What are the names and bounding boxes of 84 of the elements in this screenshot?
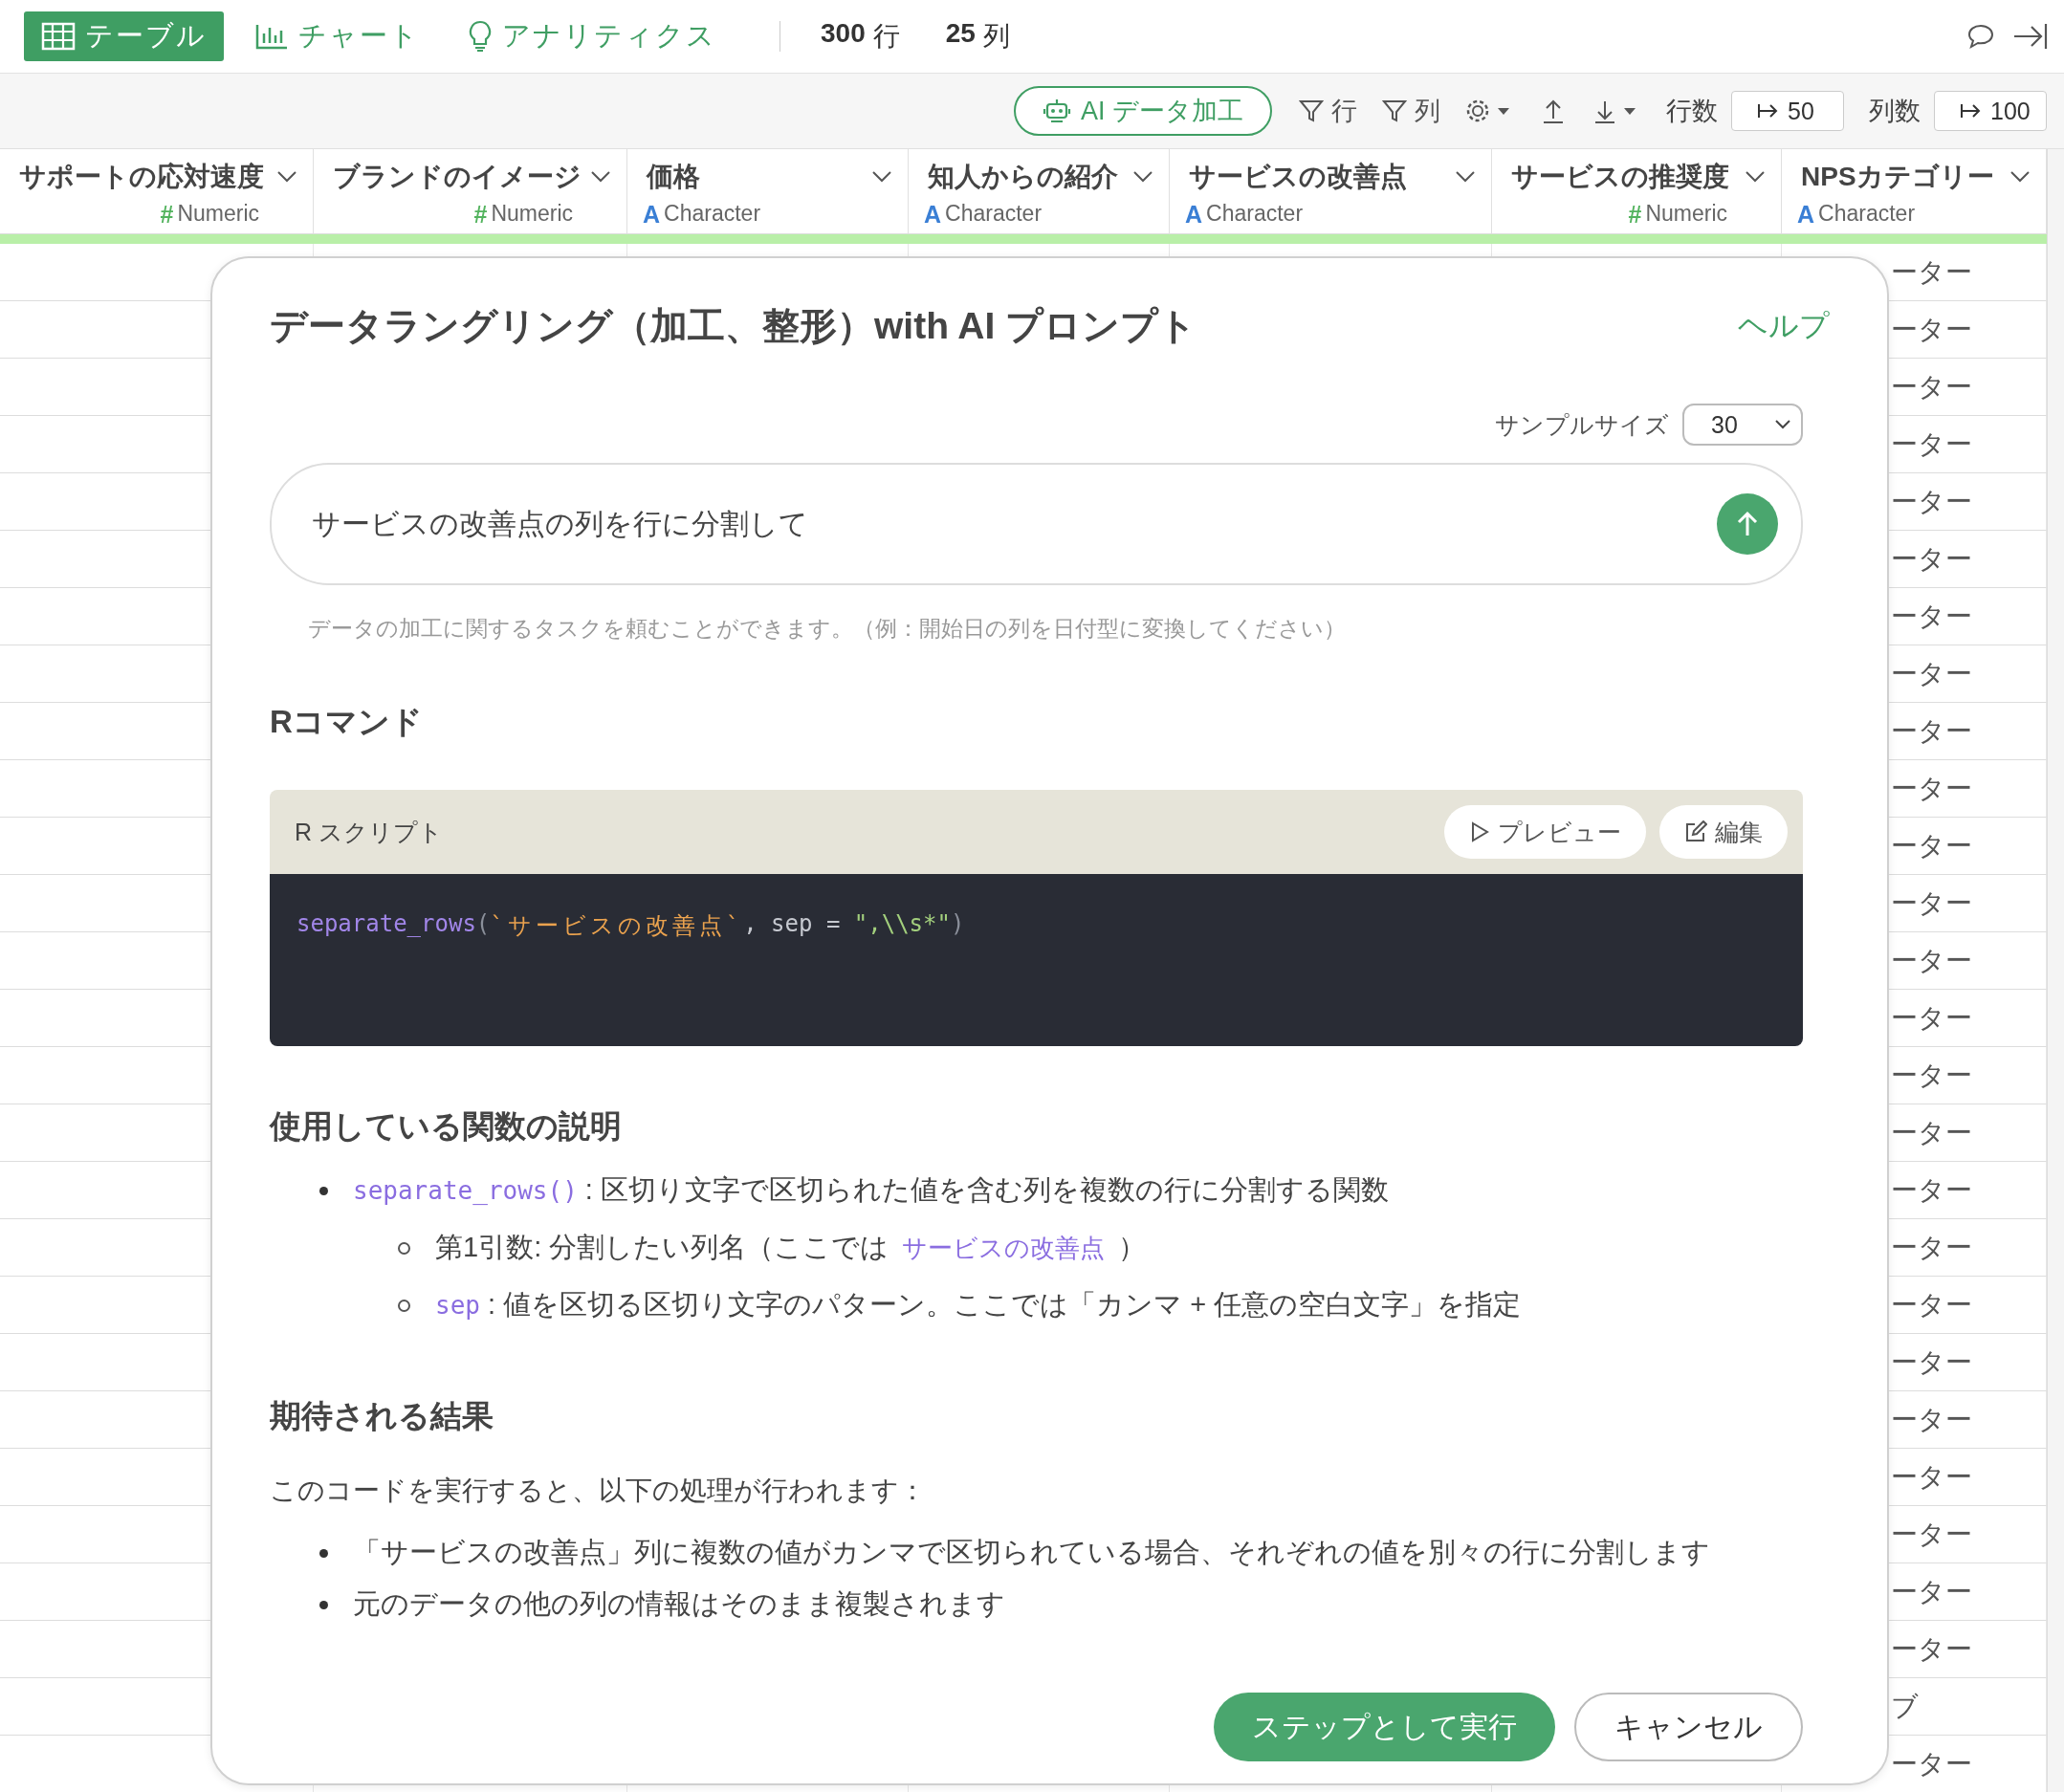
edit-icon	[1684, 820, 1707, 843]
code-token: )	[950, 910, 965, 937]
type-symbol: A	[1185, 201, 1203, 229]
result-text: 「サービスの改善点」列に複数の値がカンマで区切られている場合、それぞれの値を別々の行に分割します	[353, 1536, 1710, 1569]
script-title: R スクリプト	[295, 817, 443, 847]
type-symbol: A	[1797, 201, 1815, 229]
column-type: Character	[945, 201, 1043, 228]
chevron-icon	[1745, 170, 1766, 184]
count-unit: 列	[982, 20, 1010, 53]
chevron-icon	[1774, 419, 1791, 430]
bullet-icon	[319, 1186, 328, 1195]
robot-icon	[1043, 97, 1071, 125]
column-header[interactable]: 価格 A Character	[627, 149, 909, 233]
code-token: (	[475, 910, 491, 937]
type-symbol: A	[924, 201, 942, 229]
row-count-label: 行数	[1666, 96, 1718, 127]
code-token: separate_rows	[296, 910, 476, 937]
code-token: `サービスの改善点`	[490, 911, 744, 941]
count-value: 300	[821, 18, 866, 50]
code-term: separate_rows()	[353, 1176, 578, 1205]
description-text: ）	[1118, 1231, 1147, 1264]
bullet-icon	[319, 1600, 328, 1609]
filter-button[interactable]: 行	[1299, 94, 1357, 128]
column-header[interactable]: サービスの改善点 A Character	[1170, 149, 1492, 233]
preview-button[interactable]: プレビュー	[1444, 805, 1646, 859]
bar-chart-icon	[254, 22, 289, 51]
section-heading: Rコマンド	[270, 703, 424, 741]
type-symbol: #	[160, 201, 174, 229]
collapse-icon[interactable]	[2012, 22, 2049, 51]
hint-text: データの加工に関するタスクを頼むことができます。（例：開始日の列を日付型に変換してください）	[308, 615, 1347, 643]
filter-button[interactable]: 列	[1382, 94, 1440, 128]
bullet-icon	[319, 1548, 328, 1558]
code-term: sep	[435, 1291, 480, 1320]
table-icon	[41, 22, 76, 51]
chevron-icon	[1455, 170, 1476, 184]
column-type: Character	[1206, 201, 1304, 228]
section-heading: 使用している関数の説明	[270, 1107, 623, 1146]
count-value: 25	[945, 18, 976, 50]
count-unit: 行	[872, 20, 900, 53]
sample-size-label: サンプルサイズ	[1495, 409, 1669, 440]
play-icon	[1469, 820, 1490, 843]
edit-button[interactable]: 編集	[1659, 805, 1788, 859]
type-symbol: #	[473, 201, 488, 229]
sample-size-select[interactable]: 30	[1682, 404, 1803, 446]
column-type: Numeric	[1645, 201, 1727, 228]
chevron-icon	[1132, 170, 1153, 184]
sub-bullet-icon	[398, 1241, 410, 1255]
column-type: Character	[1818, 201, 1916, 228]
row-count-field[interactable]: 50	[1731, 91, 1844, 131]
type-symbol: #	[1628, 201, 1642, 229]
code-token: ",\\s*"	[853, 910, 951, 937]
dialog-title: データラングリング（加工、整形）with AI プロンプト	[270, 304, 1197, 348]
scrollbar[interactable]	[2047, 149, 2064, 1792]
filter-icon	[1382, 98, 1407, 123]
column-type: Numeric	[491, 201, 573, 228]
chevron-icon	[871, 170, 892, 184]
arrow-to-bar-icon	[1960, 101, 1983, 120]
section-heading: 期待される結果	[270, 1397, 494, 1435]
description-text: : 値を区切る区切り文字のパターン。ここでは「カンマ + 任意の空白文字」を指定	[487, 1288, 1522, 1322]
column-type: Character	[664, 201, 761, 228]
filter-icon	[1299, 98, 1324, 123]
column-header[interactable]: サポートの応対速度 # Numeric	[0, 149, 314, 233]
chevron-icon	[276, 170, 297, 184]
column-count-label: 列数	[1869, 96, 1921, 127]
sub-bullet-icon	[398, 1299, 410, 1312]
column-count-field[interactable]: 100	[1934, 91, 2047, 131]
column-header[interactable]: 知人からの紹介 A Character	[909, 149, 1170, 233]
prompt-field[interactable]: サービスの改善点の列を行に分割して	[270, 463, 1803, 585]
column-type: Numeric	[177, 201, 259, 228]
lightbulb-icon	[468, 20, 493, 53]
type-symbol: A	[643, 201, 661, 229]
cancel-button[interactable]: キャンセル	[1574, 1693, 1803, 1761]
description-text: 第1引数: 分割したい列名（ここでは	[435, 1231, 889, 1264]
column-link[interactable]: サービスの改善点	[902, 1231, 1106, 1265]
chevron-icon	[2009, 170, 2031, 184]
column-header[interactable]: ブランドのイメージ # Numeric	[314, 149, 627, 233]
result-intro: このコードを実行すると、以下の処理が行われます：	[270, 1475, 927, 1507]
arrow-to-bar-icon	[1757, 101, 1780, 120]
column-header[interactable]: サービスの推奨度 # Numeric	[1492, 149, 1782, 233]
chevron-icon	[590, 170, 611, 184]
description-text: : 区切り文字で区切られた値を含む列を複数の行に分割する関数	[584, 1173, 1389, 1207]
result-text: 元のデータの他の列の情報はそのまま複製されます	[353, 1587, 1005, 1621]
code-token: , sep =	[743, 910, 842, 937]
comment-icon[interactable]	[1966, 23, 1995, 50]
